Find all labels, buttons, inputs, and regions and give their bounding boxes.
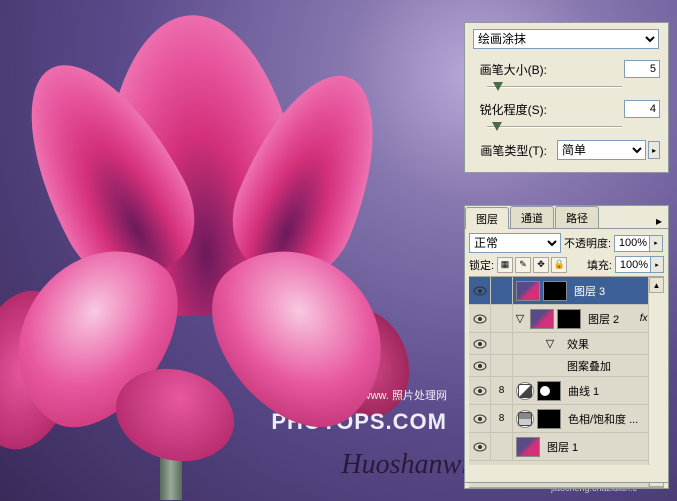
brush-size-input[interactable] [624, 60, 660, 78]
link-cell[interactable] [491, 277, 513, 304]
link-cell[interactable] [491, 305, 513, 332]
layers-panel: 图层 通道 路径 ▸ 正常 不透明度: ▸ 锁定: ▦ ✎ ✥ 🔒 填充: [464, 205, 669, 489]
lock-position-icon[interactable]: ✥ [533, 257, 549, 273]
opacity-stepper-icon[interactable]: ▸ [650, 235, 663, 252]
layer-row[interactable]: 图层 1 [469, 433, 664, 461]
visibility-eye-icon[interactable] [469, 355, 491, 376]
visibility-eye-icon[interactable] [469, 433, 491, 460]
curves-adjustment-icon [516, 382, 534, 400]
sharpen-label: 锐化程度(S): [473, 101, 553, 118]
visibility-eye-icon[interactable] [469, 305, 491, 332]
lock-label: 锁定: [469, 257, 494, 273]
brush-options-panel: 绘画涂抹 画笔大小(B): 锐化程度(S): 画笔类型(T): 简单 ▸ [464, 22, 669, 173]
layer-thumbnail [530, 309, 554, 329]
link-cell[interactable]: 8 [491, 377, 513, 404]
tab-channels[interactable]: 通道 [510, 206, 554, 228]
scroll-up-icon[interactable]: ▲ [649, 277, 664, 293]
visibility-eye-icon[interactable] [469, 333, 491, 354]
layer-thumbnail [516, 281, 540, 301]
opacity-input[interactable] [614, 235, 650, 252]
layer-row[interactable]: 8曲线 1 [469, 377, 664, 405]
visibility-eye-icon[interactable] [469, 277, 491, 304]
layer-mask-thumbnail [537, 381, 561, 401]
sharpen-thumb[interactable] [492, 122, 502, 131]
layer-row[interactable]: ▽效果 [469, 333, 664, 355]
tab-paths[interactable]: 路径 [555, 206, 599, 228]
blend-mode-select[interactable]: 正常 [469, 233, 561, 253]
brush-size-label: 画笔大小(B): [473, 61, 553, 78]
link-cell[interactable] [491, 355, 513, 376]
panel-tabs: 图层 通道 路径 ▸ [465, 206, 668, 228]
layer-row[interactable]: 图案叠加 [469, 355, 664, 377]
link-cell[interactable] [491, 433, 513, 460]
tab-layers[interactable]: 图层 [465, 207, 509, 229]
layer-mask-thumbnail [543, 281, 567, 301]
visibility-eye-icon[interactable] [469, 405, 491, 432]
effect-twirl-icon[interactable]: ▽ [543, 337, 557, 350]
lock-pixels-icon[interactable]: ✎ [515, 257, 531, 273]
layer-row[interactable]: ▽图层 2fx ▷ [469, 305, 664, 333]
panel-menu-icon[interactable]: ▸ [650, 214, 668, 228]
brush-size-slider[interactable] [487, 80, 622, 94]
brush-type-select[interactable]: 简单 [557, 140, 646, 160]
brush-type-dropdown-icon[interactable]: ▸ [648, 141, 660, 159]
brush-type-label: 画笔类型(T): [473, 142, 553, 159]
layer-mask-thumbnail [557, 309, 581, 329]
layer-name-label: 图层 2 [584, 311, 640, 327]
layer-row[interactable]: 8色相/饱和度 ... [469, 405, 664, 433]
sharpen-input[interactable] [624, 100, 660, 118]
layers-bottom-bar [464, 465, 669, 483]
twirl-down-icon[interactable]: ▽ [513, 312, 527, 325]
link-cell[interactable]: 8 [491, 405, 513, 432]
lock-all-icon[interactable]: 🔒 [551, 257, 567, 273]
fill-stepper-icon[interactable]: ▸ [651, 256, 664, 273]
brush-mode-select[interactable]: 绘画涂抹 [473, 29, 659, 49]
layer-mask-thumbnail [537, 409, 561, 429]
fill-input[interactable] [615, 256, 651, 273]
layer-row[interactable]: 图层 3 [469, 277, 664, 305]
watermark-cn: 照片处理网 [392, 390, 447, 402]
layers-scrollbar[interactable]: ▲ ▼ [648, 277, 664, 487]
layer-thumbnail [516, 437, 540, 457]
fill-label: 填充: [587, 257, 612, 273]
link-cell[interactable] [491, 333, 513, 354]
visibility-eye-icon[interactable] [469, 377, 491, 404]
sharpen-slider[interactable] [487, 120, 622, 134]
layer-name-label: 图层 1 [543, 439, 664, 455]
layer-list: 图层 3▽图层 2fx ▷▽效果图案叠加8曲线 18色相/饱和度 ...图层 1… [469, 276, 664, 488]
lock-transparency-icon[interactable]: ▦ [497, 257, 513, 273]
brush-size-thumb[interactable] [493, 82, 503, 91]
opacity-label: 不透明度: [564, 235, 611, 251]
hue-adjustment-icon [516, 410, 534, 428]
